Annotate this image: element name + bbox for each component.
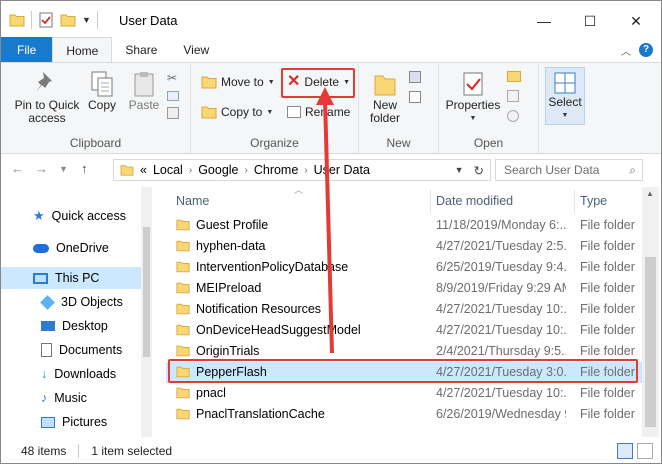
selected-count: 1 item selected: [91, 444, 173, 458]
annotation-arrow: [316, 87, 334, 354]
large-icons-view-icon[interactable]: [637, 443, 653, 459]
view-toggle: [617, 443, 653, 459]
details-view-icon[interactable]: [617, 443, 633, 459]
file-explorer-window: ▼ User Data — ☐ ✕ File Home Share View ︿…: [0, 0, 662, 464]
item-count: 48 items: [21, 444, 67, 458]
status-bar: 48 items 1 item selected: [1, 439, 661, 463]
status-separator: [78, 444, 80, 458]
